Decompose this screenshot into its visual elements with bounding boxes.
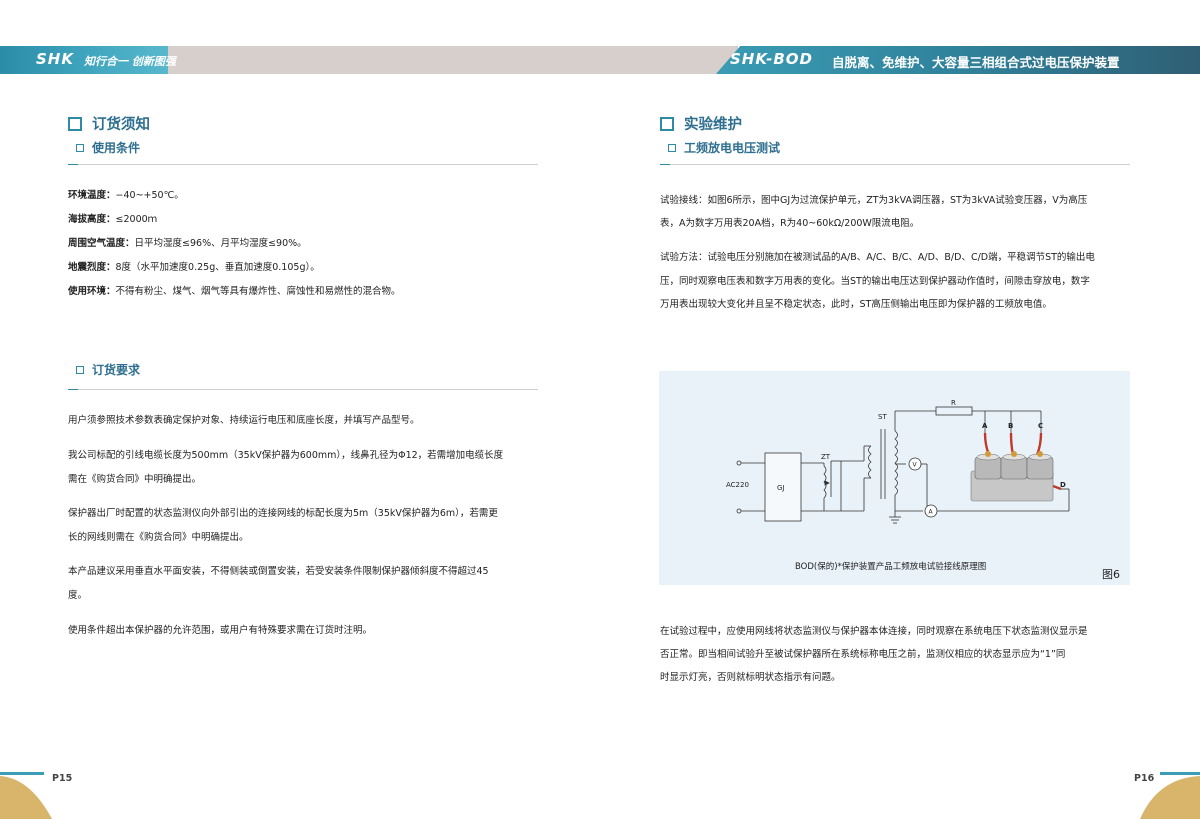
header-title: 自脱离、免维护、大容量三相组合式过电压保护装置 <box>832 55 1120 70</box>
label-zt: ZT <box>821 453 831 461</box>
header-middle-band <box>168 46 738 74</box>
paragraph-line: 压，同时观察电压表和数字万用表的变化。当ST的输出电压达到保护器动作值时，间隙击… <box>660 276 1090 287</box>
paragraph-line: 长的网线则需在《购货合同》中明确提出。 <box>68 532 249 543</box>
section-title: 订货须知 <box>92 117 150 133</box>
paragraph-line: 使用条件超出本保护器的允许范围，或用户有特殊要求需在订货时注明。 <box>68 625 373 636</box>
condition-line: 地震烈度：8度（水平加速度0.25g、垂直加速度0.105g）。 <box>68 262 320 273</box>
square-bullet-icon <box>668 143 676 152</box>
paragraph-line: 需在《购货合同》中明确提出。 <box>68 474 202 485</box>
divider <box>68 164 538 165</box>
subheading-title: 工频放电电压测试 <box>684 141 781 155</box>
paragraph-line: 否正常。即当相间试验升至被试保护器所在系统标称电压之前，监测仪相应的状态显示应为… <box>660 649 1066 660</box>
label-terminal-a: A <box>982 422 988 430</box>
paragraph-line: 在试验过程中，应使用网线将状态监测仪与保护器本体连接，同时观察在系统电压下状态监… <box>660 626 1088 637</box>
paragraph-line: 时显示灯亮，否则就标明状态指示有问题。 <box>660 672 841 683</box>
figure-wiring-diagram: AC220 GJ ZT ST R V A A B C D <box>659 371 1130 585</box>
footer-accent-line <box>1160 772 1200 775</box>
brand-logo: SHK <box>36 50 74 68</box>
label-terminal-d: D <box>1060 481 1066 489</box>
label-terminal-c: C <box>1038 422 1043 430</box>
label-st: ST <box>878 413 887 421</box>
divider <box>660 164 1130 165</box>
paragraph-line: 试验方法：试验电压分别施加在被测试品的A/B、A/C、B/C、A/D、B/D、C… <box>660 252 1095 263</box>
wiring-diagram: AC220 GJ ZT ST R V A A B C D <box>726 399 1070 524</box>
page-number: P15 <box>52 773 73 784</box>
product-model: SHK-BOD <box>730 50 813 68</box>
paragraph-line: 用户须参照技术参数表确定保护对象、持续运行电压和底座长度，并填写产品型号。 <box>68 415 420 426</box>
subheading-title: 订货要求 <box>92 363 141 377</box>
label-terminal-b: B <box>1008 422 1013 430</box>
condition-line: 海拔高度：≤2000ｍ <box>68 214 158 225</box>
corner-decoration <box>1140 776 1200 819</box>
paragraph-line: 试验接线：如图6所示，图中GJ为过流保护单元，ZT为3kVA调压器，ST为3kV… <box>660 195 1088 206</box>
subheading-conditions: 使用条件 <box>76 139 140 156</box>
square-bullet-icon <box>660 116 674 131</box>
label-r: R <box>951 399 956 407</box>
condition-line: 环境温度：−40~+50℃。 <box>68 190 184 201</box>
subheading-title: 使用条件 <box>92 141 141 155</box>
square-bullet-icon <box>68 116 82 131</box>
condition-line: 使用环境：不得有粉尘、煤气、烟气等具有爆炸性、腐蚀性和易燃性的混合物。 <box>68 286 401 297</box>
paragraph-line: 保护器出厂时配置的状态监测仪向外部引出的连接网线的标配长度为5m（35kV保护器… <box>68 508 498 519</box>
section-title: 实验维护 <box>684 117 742 133</box>
divider <box>68 389 538 390</box>
paragraph-line: 万用表出现较大变化并且呈不稳定状态，此时，ST高压侧输出电压即为保护器的工频放电… <box>660 299 1052 310</box>
figure-label: 图6 <box>1102 568 1120 581</box>
label-ac220: AC220 <box>726 481 749 489</box>
square-bullet-icon <box>76 365 84 374</box>
label-gj: GJ <box>777 484 785 492</box>
paragraph-line: 本产品建议采用垂直水平面安装，不得侧装或倒置安装，若受安装条件限制保护器倾斜度不… <box>68 566 489 577</box>
figure-caption: BOD(保的)*保护装置产品工频放电试验接线原理图 <box>795 562 987 572</box>
footer-accent-line <box>0 772 44 775</box>
paragraph-line: 度。 <box>68 590 88 601</box>
brand-slogan: 知行合一 创新图强 <box>84 55 176 68</box>
section-heading-ordering: 订货须知 <box>68 113 150 134</box>
square-bullet-icon <box>76 143 84 152</box>
section-heading-test-maintenance: 实验维护 <box>660 113 742 134</box>
subheading-power-frequency-test: 工频放电电压测试 <box>668 139 780 156</box>
page-number: P16 <box>1134 773 1155 784</box>
subheading-order-requirements: 订货要求 <box>76 361 140 378</box>
header-band: SHK 知行合一 创新图强 SHK-BOD 自脱离、免维护、大容量三相组合式过电… <box>0 46 1200 74</box>
paragraph-line: 我公司标配的引线电缆长度为500mm（35kV保护器为600mm），线鼻孔径为Φ… <box>68 450 504 461</box>
condition-line: 周围空气温度：日平均湿度≤96%、月平均湿度≤90%。 <box>68 238 307 249</box>
paragraph-line: 表，A为数字万用表20A档，R为40~60kΩ/200W限流电阻。 <box>660 218 920 229</box>
